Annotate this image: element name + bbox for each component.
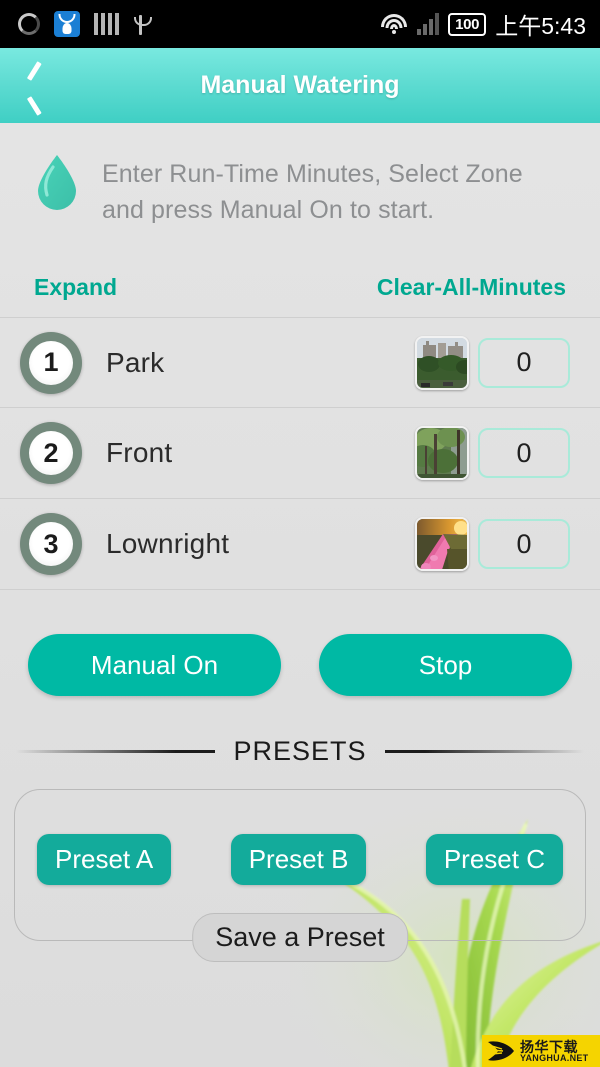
back-button[interactable] xyxy=(0,48,72,123)
manual-on-button[interactable]: Manual On xyxy=(28,634,281,696)
usb-icon xyxy=(133,12,152,36)
zone-number-badge[interactable]: 3 xyxy=(20,513,82,575)
table-row[interactable]: 3 Lownright 0 xyxy=(0,499,600,590)
lownright-thumbnail[interactable] xyxy=(415,517,469,571)
minutes-input[interactable]: 0 xyxy=(478,428,570,478)
zone-row-right: 0 xyxy=(415,517,570,571)
preset-c-button[interactable]: Preset C xyxy=(425,834,563,885)
watermark-cn-text: 扬华下载 xyxy=(520,1038,578,1055)
app-screen: 100 上午5:43 Manual Watering Enter Run-Tim… xyxy=(0,0,600,1067)
preset-b-button[interactable]: Preset B xyxy=(230,834,367,885)
action-buttons: Manual On Stop xyxy=(0,590,600,696)
status-bar-right-icons: 100 上午5:43 xyxy=(380,7,586,41)
stop-button[interactable]: Stop xyxy=(319,634,572,696)
water-drop-icon xyxy=(38,155,76,210)
presets-group: Preset A Preset B Preset C Save a Preset xyxy=(14,789,586,962)
divider-line-right xyxy=(384,750,585,753)
presets-divider: PRESETS xyxy=(0,696,600,767)
front-thumbnail[interactable] xyxy=(415,426,469,480)
sim-bars-icon xyxy=(94,13,119,35)
park-thumbnail[interactable] xyxy=(415,335,469,390)
status-bar: 100 上午5:43 xyxy=(0,0,600,48)
zone-number-badge[interactable]: 1 xyxy=(20,331,82,394)
instruction-text: Enter Run-Time Minutes, Select Zone and … xyxy=(102,160,523,224)
zone-number-label: 3 xyxy=(29,522,73,566)
watermark-bird-icon xyxy=(488,1041,514,1061)
zone-number-label: 2 xyxy=(29,431,73,475)
preset-a-button[interactable]: Preset A xyxy=(37,834,172,885)
zone-number-label: 1 xyxy=(29,340,73,385)
presets-section-title: PRESETS xyxy=(233,736,367,766)
divider-line-left xyxy=(16,750,216,753)
minutes-input[interactable]: 0 xyxy=(478,519,570,569)
signal-icon xyxy=(417,13,440,35)
minutes-input[interactable]: 0 xyxy=(478,337,570,388)
status-bar-clock: 上午5:43 xyxy=(495,13,586,39)
zone-name-label: Park xyxy=(106,346,165,378)
instruction-block: Enter Run-Time Minutes, Select Zone and … xyxy=(0,123,600,228)
status-bar-left-icons xyxy=(18,11,152,37)
zone-name-label: Front xyxy=(106,437,173,468)
page-title: Manual Watering xyxy=(200,71,400,99)
expand-link[interactable]: Expand xyxy=(34,274,117,301)
wifi-icon xyxy=(380,13,408,35)
contacts-icon xyxy=(54,11,80,37)
watermark-en-text: YANGHUA.NET xyxy=(520,1052,589,1063)
table-row[interactable]: 2 Front 0 xyxy=(0,408,600,499)
sync-circle-icon xyxy=(18,13,40,35)
table-row[interactable]: 1 Park 0 xyxy=(0,317,600,408)
battery-indicator: 100 xyxy=(448,12,487,36)
chevron-left-icon xyxy=(26,69,46,103)
zone-list: 1 Park 0 2 Front 0 3 Lownright 0 xyxy=(0,317,600,590)
zone-row-right: 0 xyxy=(415,426,570,480)
main-content: Enter Run-Time Minutes, Select Zone and … xyxy=(0,123,600,1067)
zone-row-right: 0 xyxy=(415,335,570,390)
clear-all-minutes-link[interactable]: Clear-All-Minutes xyxy=(377,274,566,301)
watermark-text: 扬华下载 YANGHUA.NET xyxy=(520,1040,588,1063)
app-header: Manual Watering xyxy=(0,48,600,123)
zone-number-badge[interactable]: 2 xyxy=(20,422,82,484)
zone-toolbar: Expand Clear-All-Minutes xyxy=(0,228,600,311)
watermark-logo: 扬华下载 YANGHUA.NET xyxy=(482,1035,600,1067)
save-preset-button[interactable]: Save a Preset xyxy=(192,913,408,962)
zone-name-label: Lownright xyxy=(106,528,230,559)
preset-buttons-row: Preset A Preset B Preset C xyxy=(15,834,585,885)
